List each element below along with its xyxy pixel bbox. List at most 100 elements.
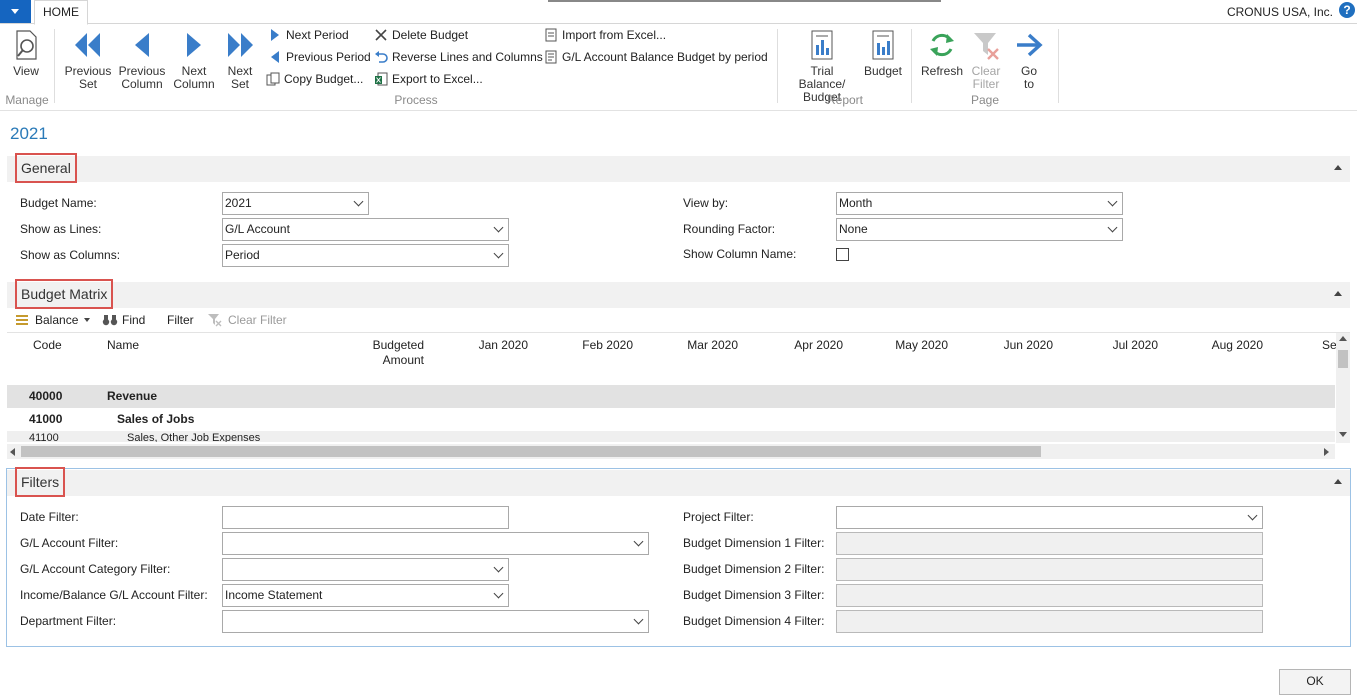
chevron-down-icon <box>633 614 644 625</box>
previous-column-label-2: Column <box>121 77 163 91</box>
import-icon <box>545 28 557 42</box>
export-excel-button[interactable]: Export to Excel... <box>374 72 483 86</box>
previous-period-button[interactable]: Previous Period <box>268 50 371 64</box>
row-code: 41100 <box>29 432 59 442</box>
collapse-caret-icon[interactable] <box>1334 479 1342 484</box>
col-header-code[interactable]: Code <box>33 338 62 353</box>
col-header-month[interactable]: Jan 2020 <box>464 338 528 353</box>
horizontal-scrollbar[interactable] <box>7 444 1335 459</box>
table-row-clipped: 41100 Sales, Other Job Expenses <box>7 431 1335 442</box>
vertical-scroll-thumb[interactable] <box>1338 350 1348 368</box>
budget-report-label: Budget <box>863 64 903 78</box>
project-filter-select[interactable] <box>836 506 1263 529</box>
show-column-name-checkbox[interactable] <box>836 248 849 261</box>
budget-dim2-filter-label: Budget Dimension 2 Filter: <box>683 562 825 576</box>
collapse-caret-icon[interactable] <box>1334 291 1342 296</box>
import-excel-label: Import from Excel... <box>562 28 667 42</box>
date-filter-input[interactable] <box>222 506 509 529</box>
reverse-lines-label: Reverse Lines and Columns <box>392 50 543 64</box>
col-header-budgeted-amount[interactable]: Budgeted Amount <box>360 338 424 368</box>
filter-button[interactable]: Filter <box>167 313 194 327</box>
clear-filter-button[interactable]: Clear Filter <box>966 29 1006 91</box>
ok-button[interactable]: OK <box>1279 669 1351 695</box>
scroll-right-icon[interactable] <box>1324 448 1329 456</box>
row-code: 40000 <box>29 389 63 403</box>
show-lines-select[interactable]: G/L Account <box>222 218 509 241</box>
general-section-title: General <box>15 153 77 183</box>
col-header-month[interactable]: Se <box>1322 338 1337 353</box>
row-name: Sales, Other Job Expenses <box>127 432 261 442</box>
find-label: Find <box>122 313 146 327</box>
delete-budget-button[interactable]: Delete Budget <box>374 28 468 42</box>
budget-matrix-section-title: Budget Matrix <box>15 279 114 309</box>
col-header-month[interactable]: May 2020 <box>884 338 948 353</box>
col-header-month[interactable]: Jul 2020 <box>1094 338 1158 353</box>
next-period-button[interactable]: Next Period <box>268 28 349 42</box>
col-header-month[interactable]: Jun 2020 <box>989 338 1053 353</box>
scroll-left-icon[interactable] <box>10 448 15 456</box>
go-to-button[interactable]: Go to <box>1010 29 1048 91</box>
filters-section-header[interactable]: Filters <box>7 467 1350 497</box>
import-excel-button[interactable]: Import from Excel... <box>544 28 666 42</box>
table-row[interactable]: 40000 Revenue <box>7 385 1335 408</box>
reverse-lines-button[interactable]: Reverse Lines and Columns <box>374 50 543 64</box>
show-columns-label: Show as Columns: <box>20 248 121 262</box>
left-arrow-icon <box>135 33 149 57</box>
show-lines-value: G/L Account <box>225 222 290 236</box>
budget-report-button[interactable]: Budget <box>860 29 906 78</box>
right-arrow-icon <box>187 33 201 57</box>
help-icon[interactable]: ? <box>1339 2 1355 18</box>
col-header-month[interactable]: Mar 2020 <box>674 338 738 353</box>
col-header-month[interactable]: Apr 2020 <box>779 338 843 353</box>
budget-dim3-filter-label: Budget Dimension 3 Filter: <box>683 588 825 602</box>
matrix-clear-filter-button[interactable]: Clear Filter <box>207 313 287 327</box>
scroll-down-icon[interactable] <box>1339 432 1347 437</box>
scroll-up-icon[interactable] <box>1339 336 1347 341</box>
department-filter-select[interactable] <box>222 610 649 633</box>
next-column-button[interactable]: Next Column <box>168 29 220 91</box>
next-period-icon <box>271 29 279 41</box>
budget-matrix-section-header[interactable]: Budget Matrix <box>7 279 1350 309</box>
tab-home[interactable]: HOME <box>34 0 88 25</box>
next-period-label: Next Period <box>286 28 349 42</box>
col-header-month[interactable]: Aug 2020 <box>1199 338 1263 353</box>
col-header-name[interactable]: Name <box>107 338 139 353</box>
rounding-factor-select[interactable]: None <box>836 218 1123 241</box>
view-by-value: Month <box>839 196 873 210</box>
ribbon-separator <box>911 29 912 103</box>
table-row[interactable]: 41100 Sales, Other Job Expenses <box>7 431 1335 442</box>
show-columns-select[interactable]: Period <box>222 244 509 267</box>
report-icon <box>545 50 557 64</box>
horizontal-scroll-thumb[interactable] <box>21 446 1041 457</box>
next-set-button[interactable]: Next Set <box>222 29 258 91</box>
ribbon-separator <box>1058 29 1059 103</box>
chevron-down-icon <box>353 196 364 207</box>
date-filter-label: Date Filter: <box>20 510 79 524</box>
balance-icon <box>16 315 28 325</box>
chart-report-icon <box>811 30 833 60</box>
balance-dropdown[interactable]: Balance <box>15 313 91 327</box>
col-header-month[interactable]: Feb 2020 <box>569 338 633 353</box>
export-excel-label: Export to Excel... <box>392 72 483 86</box>
previous-column-button[interactable]: Previous Column <box>116 29 168 91</box>
general-section-header[interactable]: General <box>7 153 1350 183</box>
copy-budget-button[interactable]: Copy Budget... <box>266 72 363 86</box>
gl-account-filter-select[interactable] <box>222 532 649 555</box>
collapse-caret-icon[interactable] <box>1334 165 1342 170</box>
previous-set-button[interactable]: Previous Set <box>62 29 114 91</box>
view-by-select[interactable]: Month <box>836 192 1123 215</box>
income-balance-filter-select[interactable]: Income Statement <box>222 584 509 607</box>
chevron-down-icon <box>84 318 91 322</box>
vertical-scrollbar[interactable] <box>1336 333 1350 443</box>
budget-name-select[interactable]: 2021 <box>222 192 369 215</box>
view-button[interactable]: View <box>6 29 46 78</box>
gl-category-filter-select[interactable] <box>222 558 509 581</box>
refresh-icon <box>930 33 954 57</box>
app-menu-button[interactable] <box>0 0 31 23</box>
project-filter-label: Project Filter: <box>683 510 754 524</box>
refresh-button[interactable]: Refresh <box>918 29 966 78</box>
find-button[interactable]: Find <box>102 313 145 327</box>
gl-balance-budget-button[interactable]: G/L Account Balance Budget by period <box>544 50 768 64</box>
table-row[interactable]: 41000 Sales of Jobs <box>7 408 1335 431</box>
clear-filter-icon <box>208 314 222 327</box>
